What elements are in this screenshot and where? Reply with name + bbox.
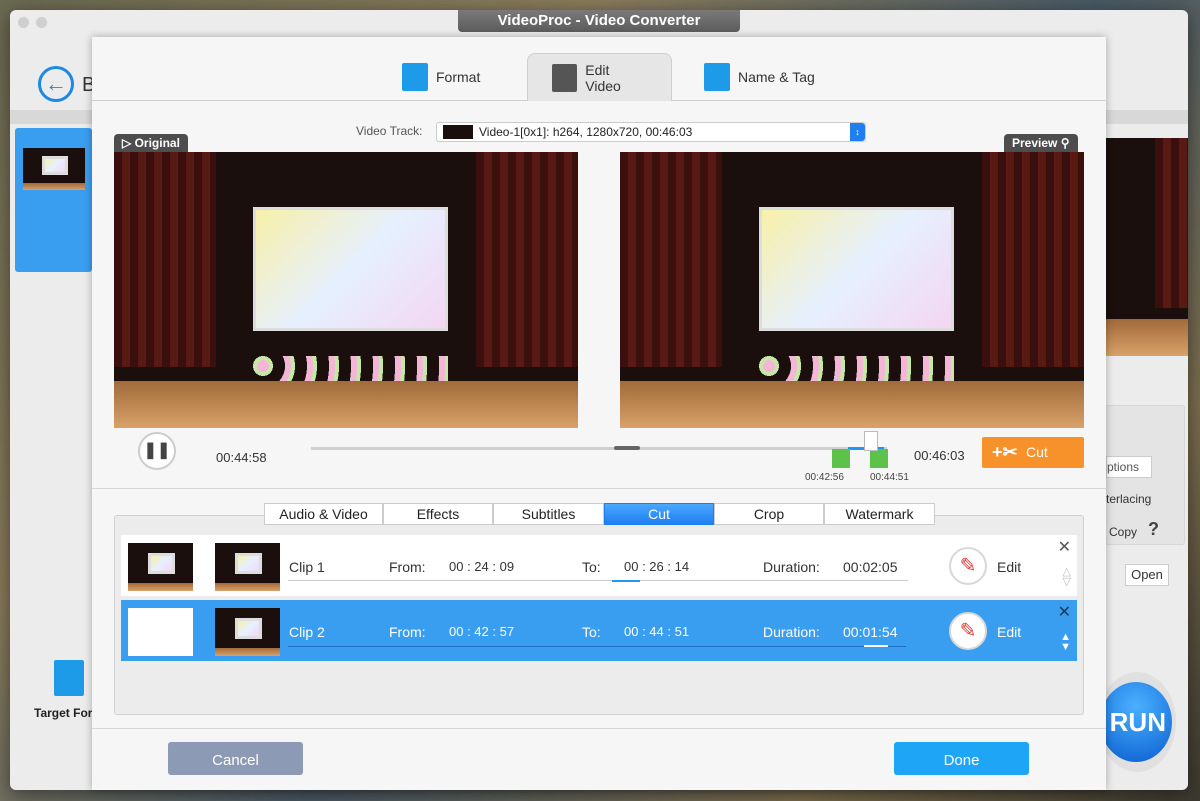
tab-format[interactable]: Format — [378, 53, 504, 101]
playhead[interactable] — [864, 431, 878, 451]
target-format-icon — [54, 660, 84, 696]
cut-button[interactable]: +✂ Cut — [982, 437, 1084, 468]
close-icon[interactable]: ✕ — [1058, 602, 1071, 622]
timeline-handle[interactable] — [614, 446, 640, 450]
edit-button[interactable]: Edit — [997, 624, 1021, 640]
current-time: 00:44:58 — [216, 450, 267, 465]
video-list-item[interactable] — [15, 128, 92, 272]
clip-name: Clip 2 — [289, 624, 325, 640]
preview-label[interactable]: Preview ⚲ — [1004, 134, 1078, 152]
from-time-field[interactable]: 00 : 24 : 09 — [449, 559, 514, 574]
window-title: VideoProc - Video Converter — [458, 10, 740, 32]
cut-end-marker[interactable] — [870, 449, 888, 468]
chevron-up-down-icon: ↕ — [850, 123, 865, 141]
name-tag-icon — [704, 63, 730, 91]
edit-pencil-icon[interactable]: ✎ — [949, 547, 987, 585]
right-preview-thumbnail — [1105, 138, 1188, 356]
tab-edit-video[interactable]: Edit Video — [527, 53, 672, 101]
to-label: To: — [582, 624, 601, 640]
total-time: 00:46:03 — [914, 448, 965, 463]
marker-start-time: 00:42:56 — [805, 472, 844, 483]
subtab-crop[interactable]: Crop — [714, 503, 824, 525]
to-time-field[interactable]: 00 : 44 : 51 — [624, 624, 689, 639]
duration-label: Duration: — [763, 624, 820, 640]
scissors-icon: +✂ — [992, 442, 1018, 462]
timeline-slider[interactable] — [311, 447, 887, 450]
close-icon[interactable]: ✕ — [1058, 537, 1071, 557]
tab-name-tag[interactable]: Name & Tag — [680, 53, 839, 101]
done-button[interactable]: Done — [894, 742, 1029, 775]
subtab-audio-video[interactable]: Audio & Video — [264, 503, 383, 525]
edit-button[interactable]: Edit — [997, 559, 1021, 575]
target-format-label: Target For — [34, 706, 93, 720]
duration-value: 00:02:05 — [843, 559, 898, 575]
marker-end-time: 00:44:51 — [870, 472, 909, 483]
clip-name: Clip 1 — [289, 559, 325, 575]
preview-video — [620, 152, 1084, 428]
open-button[interactable]: Open — [1125, 564, 1169, 586]
subtab-subtitles[interactable]: Subtitles — [493, 503, 604, 525]
subtab-cut[interactable]: Cut — [604, 503, 714, 525]
video-track-select[interactable]: Video-1[0x1]: h264, 1280x720, 00:46:03 ↕ — [436, 122, 866, 142]
pause-button[interactable]: ❚❚ — [138, 432, 176, 470]
to-label: To: — [582, 559, 601, 575]
deinterlacing-label: terlacing — [1106, 492, 1152, 506]
from-time-field[interactable]: 00 : 42 : 57 — [449, 624, 514, 639]
minimize-window-button[interactable] — [36, 17, 47, 28]
options-panel: ptions terlacing Copy ? — [1105, 405, 1185, 545]
close-window-button[interactable] — [18, 17, 29, 28]
options-button[interactable]: ptions — [1106, 456, 1152, 478]
to-time-field[interactable]: 00 : 26 : 14 — [624, 559, 689, 574]
reorder-arrows-icon[interactable]: ▲ ▼ — [1060, 632, 1071, 653]
original-label: ▷ Original — [114, 134, 188, 152]
video-track-thumbnail — [443, 125, 473, 139]
clip-row-selected[interactable]: Clip 2 From: 00 : 42 : 57 To: 00 : 44 : … — [121, 600, 1077, 661]
help-icon[interactable]: ? — [1148, 519, 1159, 540]
run-button[interactable]: RUN — [1100, 682, 1172, 762]
video-track-label: Video Track: — [356, 124, 423, 138]
cut-start-marker[interactable] — [832, 449, 850, 468]
subtab-effects[interactable]: Effects — [383, 503, 493, 525]
back-arrow-icon[interactable]: ← — [38, 66, 74, 102]
edit-video-dialog: Format Edit Video Name & Tag Video Track… — [92, 37, 1106, 790]
video-track-value: Video-1[0x1]: h264, 1280x720, 00:46:03 — [479, 125, 693, 139]
tab-label: Edit Video — [585, 61, 621, 94]
cancel-button[interactable]: Cancel — [168, 742, 303, 775]
copy-label: Copy — [1109, 525, 1138, 539]
from-label: From: — [389, 624, 426, 640]
reorder-arrows-icon[interactable]: △ ▽ — [1063, 567, 1071, 588]
clip-row[interactable]: Clip 1 From: 00 : 24 : 09 To: 00 : 26 : … — [121, 535, 1077, 596]
edit-video-icon — [552, 63, 578, 92]
subtab-watermark[interactable]: Watermark — [824, 503, 935, 525]
from-label: From: — [389, 559, 426, 575]
duration-label: Duration: — [763, 559, 820, 575]
tab-label: Name & Tag — [738, 69, 815, 85]
original-video — [114, 152, 578, 428]
duration-value: 00:01:54 — [843, 624, 898, 640]
tab-label: Format — [436, 69, 481, 85]
format-icon — [402, 63, 428, 91]
edit-pencil-icon[interactable]: ✎ — [949, 612, 987, 650]
